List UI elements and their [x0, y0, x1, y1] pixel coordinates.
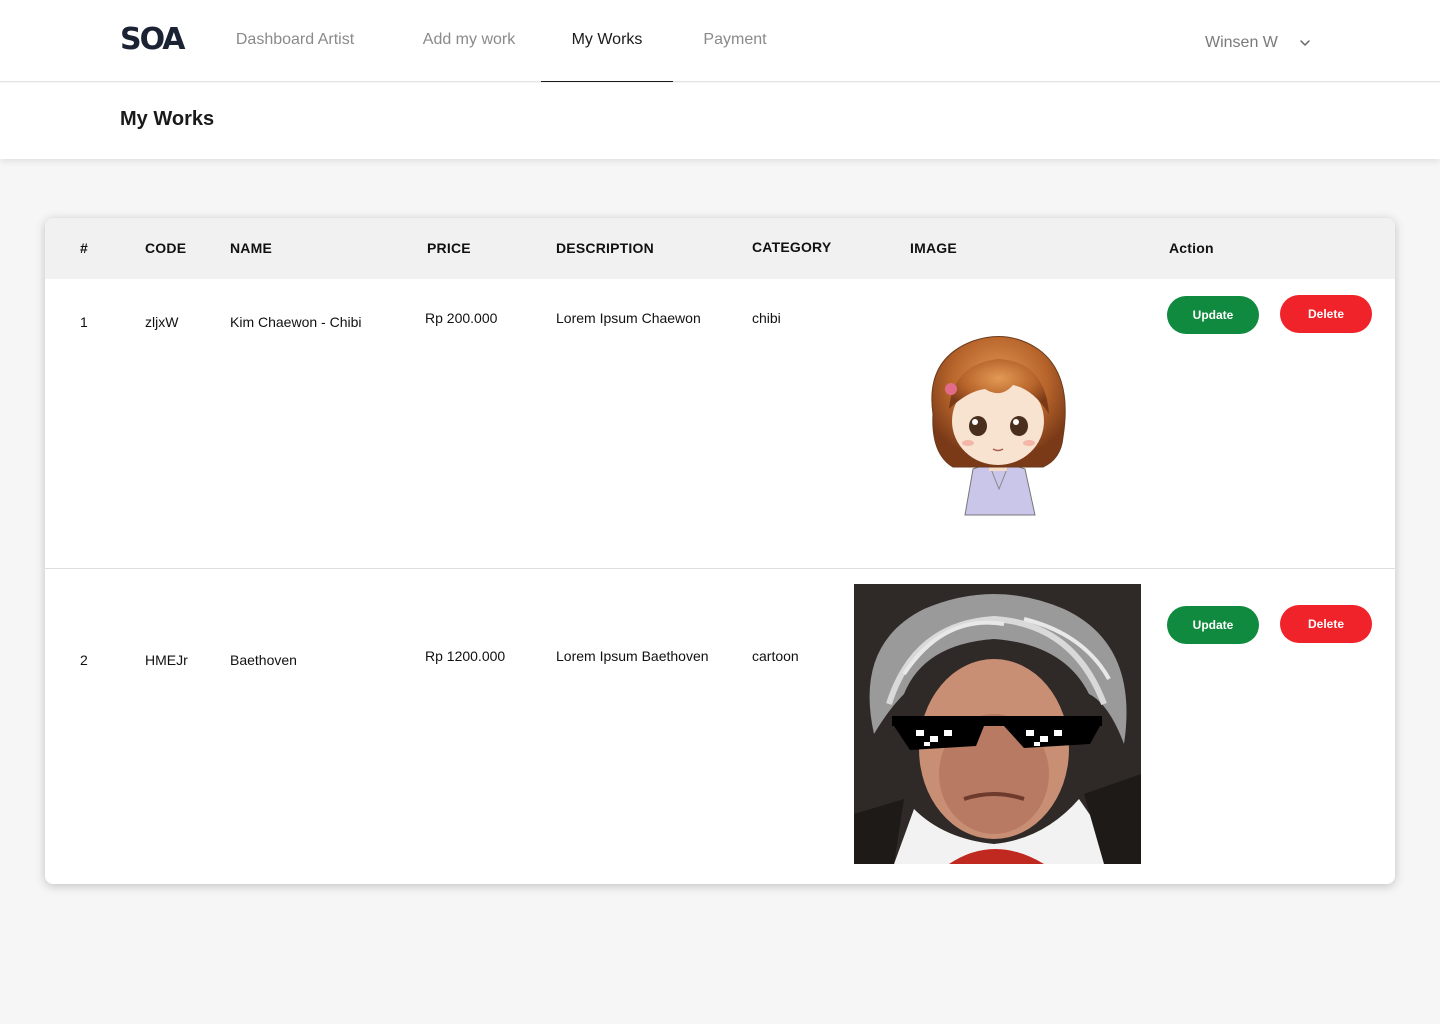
table-row: 1 zljxW Kim Chaewon - Chibi Rp 200.000 L… — [45, 279, 1395, 569]
nav-item-add-my-work[interactable]: Add my work — [400, 0, 538, 82]
cell-name: Baethoven — [230, 652, 297, 668]
soa-logo[interactable]: SOA — [120, 24, 186, 56]
nav-item-label: Add my work — [422, 31, 516, 48]
cell-price: Rp 200.000 — [425, 310, 498, 326]
nav-item-label: My Works — [571, 31, 643, 48]
column-header-number: # — [80, 240, 88, 256]
column-header-name: NAME — [230, 240, 273, 256]
cell-code: HMEJr — [145, 652, 188, 668]
nav-item-payment[interactable]: Payment — [682, 0, 788, 82]
page-header: My Works — [0, 83, 1440, 159]
cell-name: Kim Chaewon - Chibi — [230, 314, 362, 330]
cell-category: chibi — [752, 310, 781, 326]
cell-number: 1 — [80, 314, 88, 330]
cell-description: Lorem Ipsum Baethoven — [556, 648, 709, 664]
chibi-girl-image — [913, 319, 1083, 519]
table-header: # CODE NAME PRICE DESCRIPTION CATEGORY I… — [45, 218, 1395, 279]
nav-item-dashboard-artist[interactable]: Dashboard Artist — [212, 0, 378, 82]
update-button[interactable]: Update — [1167, 296, 1259, 334]
column-header-price: PRICE — [427, 240, 471, 256]
update-button[interactable]: Update — [1167, 606, 1259, 644]
table-row: 2 HMEJr Baethoven Rp 1200.000 Lorem Ipsu… — [45, 570, 1395, 884]
user-name: Winsen W — [1205, 34, 1278, 51]
chevron-down-icon[interactable] — [1298, 36, 1312, 50]
column-header-image: IMAGE — [910, 240, 957, 256]
column-header-category: CATEGORY — [752, 239, 832, 255]
cell-price: Rp 1200.000 — [425, 648, 506, 664]
beethoven-portrait-image — [854, 584, 1141, 864]
column-header-code: CODE — [145, 240, 187, 256]
cell-number: 2 — [80, 652, 88, 668]
column-header-action: Action — [1169, 240, 1214, 256]
user-menu[interactable]: Winsen W — [1205, 26, 1312, 60]
page-title: My Works — [120, 108, 215, 130]
works-table: # CODE NAME PRICE DESCRIPTION CATEGORY I… — [45, 218, 1395, 884]
nav-item-label: Payment — [703, 31, 767, 48]
nav-item-label: Dashboard Artist — [235, 31, 355, 48]
delete-button[interactable]: Delete — [1280, 295, 1372, 333]
delete-button[interactable]: Delete — [1280, 605, 1372, 643]
cell-category: cartoon — [752, 648, 799, 664]
top-navigation: SOA Dashboard Artist Add my work My Work… — [0, 0, 1440, 82]
cell-description: Lorem Ipsum Chaewon — [556, 310, 701, 326]
column-header-description: DESCRIPTION — [556, 240, 654, 256]
nav-item-my-works[interactable]: My Works — [541, 0, 673, 82]
cell-code: zljxW — [145, 314, 179, 330]
